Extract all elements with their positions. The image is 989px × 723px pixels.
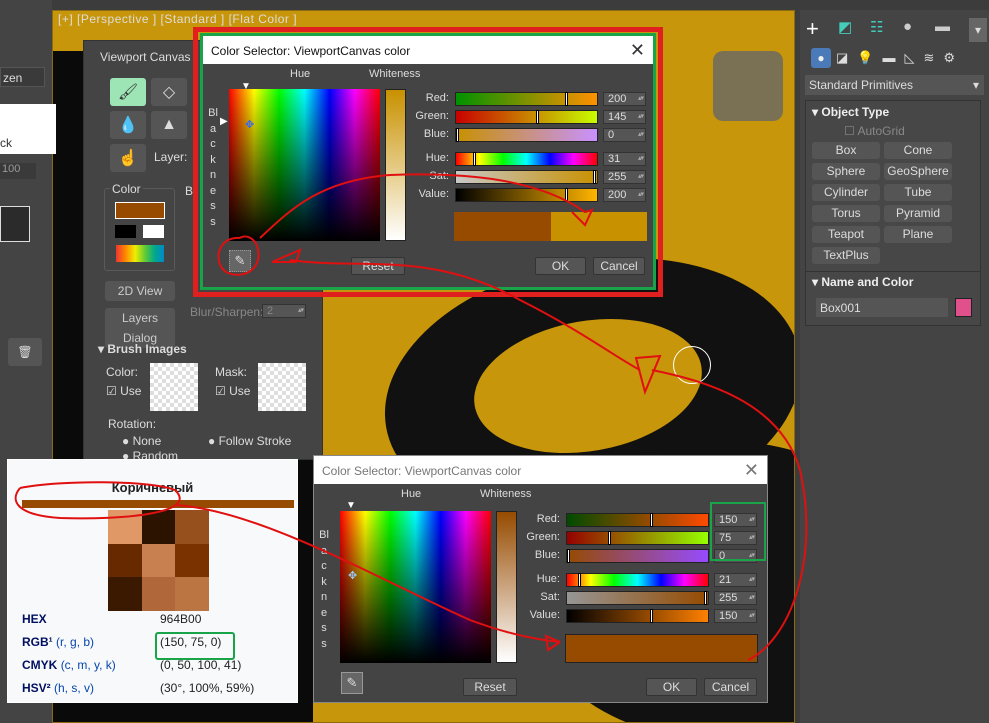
annotation-arrow-wiki [174, 504, 561, 652]
annotation-circle-wiki [14, 481, 181, 520]
annotation-circle-eyedropper [217, 235, 260, 276]
annotation-arrow-viewport [634, 354, 808, 661]
annotation-arrow-eyedropper [271, 248, 641, 371]
annotation-arrow-picker [259, 173, 594, 239]
annotation-overlay [14, 173, 808, 661]
